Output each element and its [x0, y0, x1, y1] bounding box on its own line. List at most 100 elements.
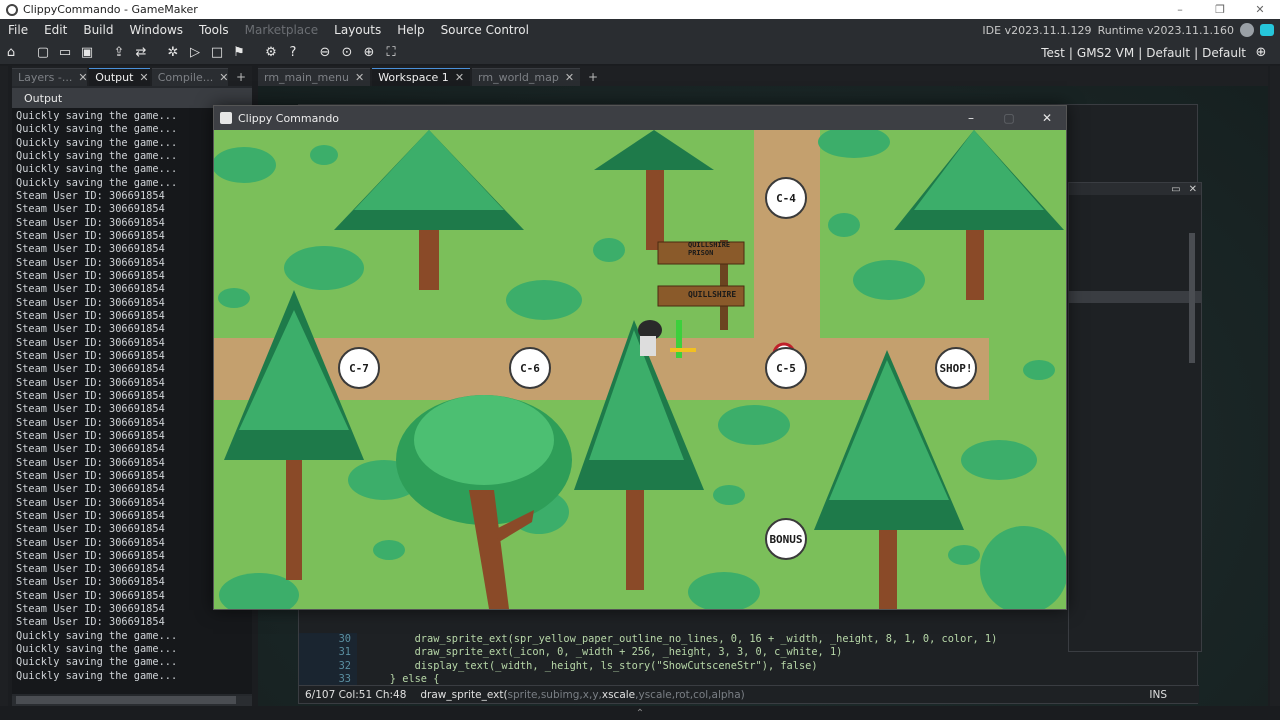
code-lines[interactable]: 30 draw_sprite_ext(spr_yellow_paper_outl… — [299, 633, 1199, 687]
tab-label: Workspace 1 — [378, 71, 449, 84]
tab-compile[interactable]: Compile... ✕ — [151, 68, 228, 86]
shop-node[interactable]: SHOP! — [935, 347, 977, 389]
function-signature: draw_sprite_ext(sprite,subimg,x,y,xscale… — [420, 688, 745, 701]
menu-file[interactable]: File — [0, 23, 36, 37]
vertical-scrollbar[interactable] — [1189, 233, 1195, 363]
zoom-in-icon[interactable]: ⊕ — [359, 43, 379, 63]
close-icon[interactable]: ✕ — [1028, 111, 1066, 125]
level-node-c5[interactable]: C-5 — [765, 347, 807, 389]
level-node-c7[interactable]: C-7 — [338, 347, 380, 389]
settings-icon[interactable]: ⚙ — [261, 43, 281, 63]
config-label-1: Default — [1146, 45, 1191, 60]
secondary-window: ▭ ✕ — [1068, 182, 1202, 652]
tab-label: rm_main_menu — [264, 71, 349, 84]
new-project-icon[interactable]: ▢ — [33, 43, 53, 63]
line-number: 30 — [299, 633, 357, 647]
restore-icon[interactable]: ❐ — [1200, 3, 1240, 16]
main-toolbar: ⌂ ▢ ▭ ▣ ⇪ ⇄ ✲ ▷ □ ⚑ ⚙ ? ⊖ ⊙ ⊕ ⛶ Test | G… — [0, 41, 1280, 65]
code-text: display_text(_width, _height, ls_story("… — [365, 659, 818, 672]
tab-label: rm_world_map — [478, 71, 559, 84]
tab-layers[interactable]: Layers -... ✕ — [12, 68, 88, 86]
scrollbar-thumb[interactable] — [16, 696, 236, 704]
vm-label: GMS2 VM — [1076, 45, 1135, 60]
close-icon[interactable]: ✕ — [1189, 184, 1197, 195]
maximize-icon[interactable]: ▢ — [990, 111, 1028, 125]
tab-rm-world-map[interactable]: rm_world_map ✕ — [472, 68, 581, 86]
menu-source-control[interactable]: Source Control — [433, 23, 537, 37]
chevron-up-icon[interactable]: ⌃ — [636, 708, 644, 719]
zoom-out-icon[interactable]: ⊖ — [315, 43, 335, 63]
target-label: Test — [1041, 45, 1065, 60]
tab-label: Layers -... — [18, 71, 73, 84]
add-tab-icon[interactable]: + — [230, 68, 252, 86]
app-title: ClippyCommando - GameMaker — [23, 3, 198, 16]
debug-icon[interactable]: ✲ — [163, 43, 183, 63]
game-window: Clippy Commando – ▢ ✕ QUILLSHIRE PRISON … — [213, 105, 1067, 610]
bottom-dock-toggle[interactable]: ⌃ — [0, 706, 1280, 720]
game-window-controls: – ▢ ✕ — [952, 111, 1066, 125]
config-label-2: Default — [1202, 45, 1246, 60]
close-icon[interactable]: ✕ — [139, 71, 148, 84]
code-line[interactable]: 32 display_text(_width, _height, ls_stor… — [299, 659, 1199, 673]
output-line: Quickly saving the game... — [16, 656, 178, 669]
selection-stripe — [1069, 291, 1201, 303]
minimize-icon[interactable]: – — [1160, 3, 1200, 16]
tab-rm-main-menu[interactable]: rm_main_menu ✕ — [258, 68, 371, 86]
close-icon[interactable]: ✕ — [78, 71, 87, 84]
code-line[interactable]: 31 draw_sprite_ext(_icon, 0, _width + 25… — [299, 646, 1199, 660]
game-world-map[interactable]: QUILLSHIRE PRISON QUILLSHIRE C-7 C-6 C-5… — [214, 130, 1066, 609]
save-project-icon[interactable]: ▣ — [77, 43, 97, 63]
help-icon[interactable]: ? — [283, 43, 303, 63]
right-dock-collapse[interactable] — [1270, 66, 1280, 720]
code-text: draw_sprite_ext(_icon, 0, _width + 256, … — [365, 646, 843, 659]
close-icon[interactable]: ✕ — [219, 71, 228, 84]
fit-icon[interactable]: ⛶ — [381, 43, 401, 63]
clean-icon[interactable]: ⇄ — [131, 43, 151, 63]
game-titlebar: Clippy Commando – ▢ ✕ — [214, 106, 1066, 130]
menu-help[interactable]: Help — [389, 23, 432, 37]
account-avatar-icon[interactable] — [1240, 23, 1254, 37]
menu-bar: File Edit Build Windows Tools Marketplac… — [0, 19, 1280, 41]
target-settings-icon[interactable]: ⊕ — [1251, 43, 1271, 63]
target-selector[interactable]: Test | GMS2 VM | Default | Default ⊕ — [1041, 43, 1280, 63]
line-number: 32 — [299, 659, 357, 673]
export-icon[interactable]: ⇪ — [109, 43, 129, 63]
bonus-node[interactable]: BONUS — [765, 518, 807, 560]
stop-icon[interactable]: □ — [207, 43, 227, 63]
menu-edit[interactable]: Edit — [36, 23, 75, 37]
code-line[interactable]: 30 draw_sprite_ext(spr_yellow_paper_outl… — [299, 633, 1199, 647]
menu-tools[interactable]: Tools — [191, 23, 237, 37]
output-line: Steam User ID: 306691854 — [16, 616, 165, 629]
close-icon[interactable]: ✕ — [1240, 3, 1280, 16]
run-icon[interactable]: ▷ — [185, 43, 205, 63]
close-icon[interactable]: ✕ — [565, 71, 574, 84]
output-line: Quickly saving the game... — [16, 629, 178, 642]
tab-workspace-1[interactable]: Workspace 1 ✕ — [372, 68, 471, 86]
left-dock-collapse[interactable] — [0, 66, 8, 720]
add-tab-icon[interactable]: + — [582, 68, 604, 86]
maximize-icon[interactable]: ▭ — [1171, 184, 1180, 195]
clean-build-icon[interactable]: ⚑ — [229, 43, 249, 63]
ide-version: IDE v2023.11.1.129 — [982, 23, 1092, 37]
home-icon[interactable]: ⌂ — [1, 43, 21, 63]
menu-windows[interactable]: Windows — [121, 23, 191, 37]
menu-marketplace[interactable]: Marketplace — [237, 23, 327, 37]
minimize-icon[interactable]: – — [952, 111, 990, 125]
open-project-icon[interactable]: ▭ — [55, 43, 75, 63]
tab-label: Output — [95, 71, 134, 84]
close-icon[interactable]: ✕ — [455, 71, 464, 84]
level-node-c4[interactable]: C-4 — [765, 177, 807, 219]
close-icon[interactable]: ✕ — [355, 71, 364, 84]
sign-prison-label: QUILLSHIRE PRISON — [688, 241, 731, 257]
output-line: Quickly saving the game... — [16, 643, 178, 656]
menu-layouts[interactable]: Layouts — [326, 23, 389, 37]
menu-build[interactable]: Build — [75, 23, 121, 37]
chat-icon[interactable] — [1260, 24, 1274, 36]
zoom-reset-icon[interactable]: ⊙ — [337, 43, 357, 63]
tab-output[interactable]: Output ✕ — [89, 68, 150, 86]
window-controls: – ❐ ✕ — [1160, 3, 1280, 16]
level-node-c6[interactable]: C-6 — [509, 347, 551, 389]
workspace-tabs: rm_main_menu ✕ Workspace 1 ✕ rm_world_map ✕… — [258, 66, 1268, 86]
gamemaker-logo-icon — [6, 3, 18, 16]
game-title: Clippy Commando — [238, 111, 340, 125]
